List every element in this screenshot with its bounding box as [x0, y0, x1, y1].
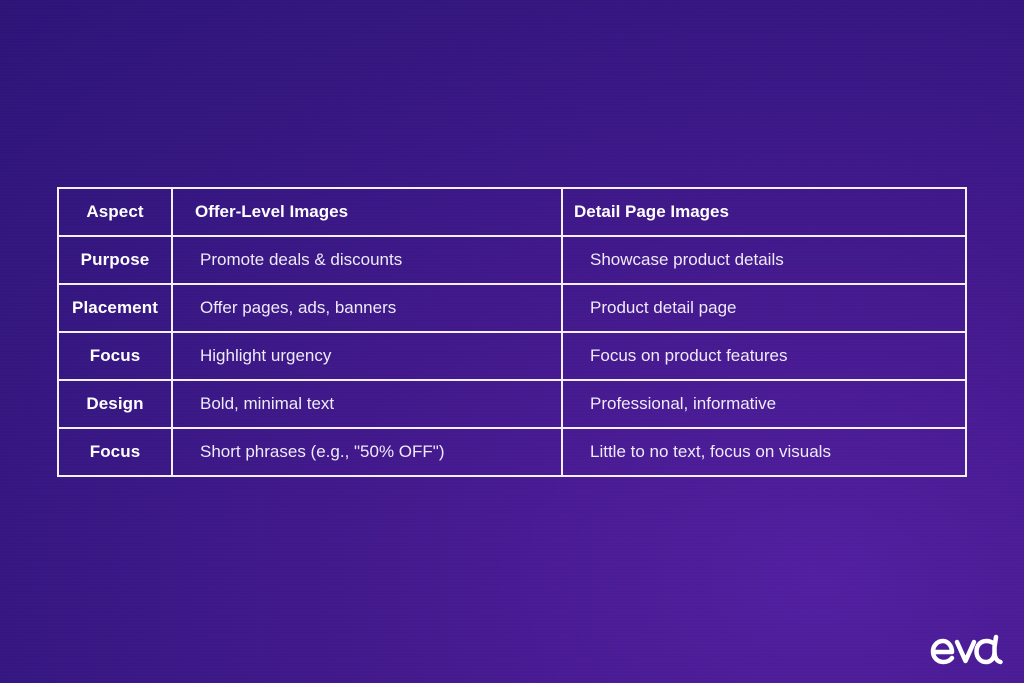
row-detail-page-value: Showcase product details — [561, 235, 967, 285]
header-offer-level-images: Offer-Level Images — [171, 187, 563, 237]
table-header-row: Aspect Offer-Level Images Detail Page Im… — [57, 187, 967, 237]
table-row: Design Bold, minimal text Professional, … — [57, 379, 967, 429]
table-row: Focus Short phrases (e.g., "50% OFF") Li… — [57, 427, 967, 477]
row-offer-level-value: Highlight urgency — [171, 331, 563, 381]
table-row: Purpose Promote deals & discounts Showca… — [57, 235, 967, 285]
row-aspect-label: Purpose — [57, 235, 173, 285]
row-offer-level-value: Promote deals & discounts — [171, 235, 563, 285]
row-aspect-label: Focus — [57, 427, 173, 477]
header-detail-page-images: Detail Page Images — [561, 187, 967, 237]
row-detail-page-value: Professional, informative — [561, 379, 967, 429]
eva-logo-icon — [930, 633, 1006, 669]
row-detail-page-value: Little to no text, focus on visuals — [561, 427, 967, 477]
row-offer-level-value: Short phrases (e.g., "50% OFF") — [171, 427, 563, 477]
row-detail-page-value: Focus on product features — [561, 331, 967, 381]
row-aspect-label: Design — [57, 379, 173, 429]
row-offer-level-value: Offer pages, ads, banners — [171, 283, 563, 333]
row-offer-level-value: Bold, minimal text — [171, 379, 563, 429]
row-aspect-label: Focus — [57, 331, 173, 381]
row-aspect-label: Placement — [57, 283, 173, 333]
row-detail-page-value: Product detail page — [561, 283, 967, 333]
comparison-table: Aspect Offer-Level Images Detail Page Im… — [57, 187, 967, 477]
table-row: Focus Highlight urgency Focus on product… — [57, 331, 967, 381]
table-row: Placement Offer pages, ads, banners Prod… — [57, 283, 967, 333]
header-aspect: Aspect — [57, 187, 173, 237]
